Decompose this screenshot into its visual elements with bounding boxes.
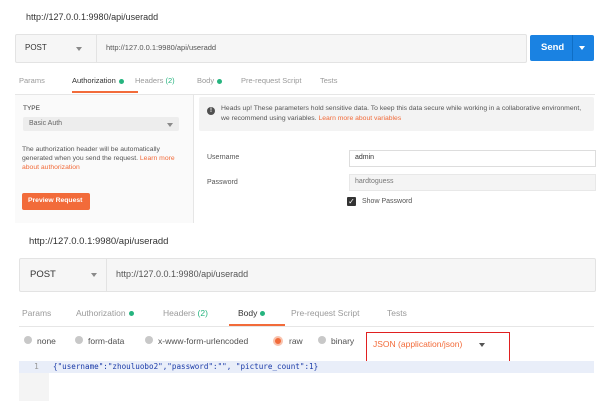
line-number: 1 [34,362,39,371]
sensitive-data-notice: ! Heads up! These parameters hold sensit… [199,97,594,131]
tab-body[interactable]: Body [197,76,223,85]
tab-pre-request-script[interactable]: Pre-request Script [291,308,360,318]
notice-text: Heads up! These parameters hold sensitiv… [221,104,589,123]
code-line[interactable]: {"username":"zhouluobo2","password":"", … [53,362,318,371]
radio-binary[interactable] [318,336,326,344]
radio-none-label: none [37,336,56,346]
tab-label: Authorization [72,76,116,85]
auth-type-panel: TYPE Basic Auth The authorization header… [15,95,194,223]
method-select[interactable]: POST [30,269,56,280]
tab-label: Headers [163,308,196,318]
tab-label: Body [238,308,258,318]
request-tabs: Params Authorization Headers (2) Body Pr… [15,74,595,95]
username-field[interactable]: admin [349,150,596,167]
tab-authorization[interactable]: Authorization [76,308,134,318]
request-tabs: Params Authorization Headers (2) Body Pr… [19,304,594,327]
status-dot-icon [118,78,124,84]
type-label: TYPE [23,105,40,112]
preview-request-label: Preview Request [28,197,83,204]
show-password-label: Show Password [362,198,413,205]
radio-raw[interactable] [273,336,283,346]
send-button[interactable]: Send [530,35,594,61]
panel2-request-bar: POST http://127.0.0.1:9980/api/useradd [19,258,596,292]
learn-more-variables-link[interactable]: Learn more about variables [318,115,401,122]
radio-none[interactable] [24,336,32,344]
status-dot-icon [217,78,223,84]
radio-form-data[interactable] [75,336,83,344]
chevron-down-icon[interactable] [579,46,585,50]
password-label: Password [207,179,238,186]
url-input[interactable]: http://127.0.0.1:9980/api/useradd [116,269,248,279]
password-field[interactable]: hardtoguess [349,174,596,191]
auth-description: The authorization header will be automat… [22,145,192,172]
radio-urlencoded-label: x-www-form-urlencoded [158,336,249,346]
tab-label: Body [197,76,215,85]
headers-count: (2) [197,308,208,318]
tab-params[interactable]: Params [19,76,45,85]
radio-form-data-label: form-data [88,336,125,346]
active-tab-indicator [72,91,138,93]
divider [106,259,107,291]
tab-authorization[interactable]: Authorization [72,76,124,85]
tab-tests[interactable]: Tests [320,76,338,85]
tab-pre-request-script[interactable]: Pre-request Script [241,76,301,85]
info-icon: ! [207,107,215,115]
auth-type-select[interactable]: Basic Auth [23,117,179,131]
divider [96,35,97,62]
tab-params[interactable]: Params [22,308,51,318]
chevron-down-icon[interactable] [76,47,82,51]
content-type-value: JSON (application/json) [373,339,463,349]
status-dot-icon [260,311,266,317]
body-editor[interactable]: 1 {"username":"zhouluobo2","password":""… [19,361,594,401]
panel2-title: http://127.0.0.1:9980/api/useradd [29,236,169,247]
panel1-request-bar: POST http://127.0.0.1:9980/api/useradd [15,34,527,63]
auth-type-value: Basic Auth [29,120,63,127]
tab-tests[interactable]: Tests [387,308,407,318]
headers-count: (2) [165,76,175,85]
chevron-down-icon [479,343,485,347]
active-tab-indicator [229,324,285,326]
chevron-down-icon [167,123,173,127]
username-label: Username [207,154,240,161]
panel1-title: http://127.0.0.1:9980/api/useradd [26,12,159,22]
divider [572,35,573,61]
send-button-label: Send [541,42,565,53]
tab-headers[interactable]: Headers (2) [135,76,175,85]
radio-binary-label: binary [331,336,355,346]
tab-label: Headers [135,76,164,85]
tab-label: Authorization [76,308,126,318]
radio-raw-label: raw [289,336,303,346]
username-value: admin [355,154,375,161]
password-value: hardtoguess [355,178,394,185]
show-password-checkbox[interactable]: ✓ [347,197,356,206]
url-input[interactable]: http://127.0.0.1:9980/api/useradd [106,43,216,52]
preview-request-button[interactable]: Preview Request [22,193,90,210]
radio-x-www-form-urlencoded[interactable] [145,336,153,344]
method-select[interactable]: POST [25,43,47,52]
tab-headers[interactable]: Headers (2) [163,308,208,318]
tab-body[interactable]: Body [238,308,266,318]
status-dot-icon [128,311,134,317]
chevron-down-icon[interactable] [91,273,97,277]
